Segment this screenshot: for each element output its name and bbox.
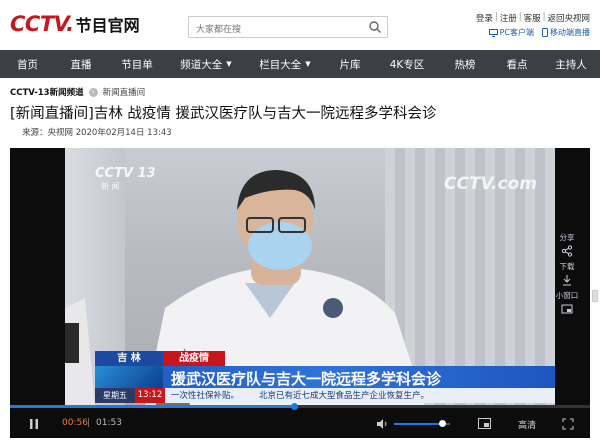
side-panel: 分享 下载 小窗口 xyxy=(552,232,582,332)
progress-handle[interactable] xyxy=(291,403,299,410)
duration-time: 01:53 xyxy=(96,418,122,428)
nav-item-hot[interactable]: 热榜 xyxy=(439,50,491,78)
nav-label: 片库 xyxy=(339,58,361,71)
article-meta: 来源：央视网 2020年02月14日 13:43 xyxy=(22,128,172,138)
volume-slider[interactable] xyxy=(394,420,450,427)
fullscreen-icon[interactable] xyxy=(562,418,574,430)
nav-label: 节目单 xyxy=(121,58,153,71)
logo-cctv: CCTV. xyxy=(10,12,74,36)
divider: | xyxy=(518,12,522,22)
video-frame[interactable]: CCTV 13 新 闻 CCTV.com 吉 林 战疫情 援武汉医疗队与吉大一院… xyxy=(65,148,555,406)
channel-watermark: CCTV 13 新 闻 xyxy=(95,166,156,192)
back-to-cctv-link[interactable]: 返回央视网 xyxy=(547,12,590,24)
nav-item-live[interactable]: 直播 xyxy=(55,50,107,78)
share-button[interactable]: 分享 xyxy=(560,232,575,257)
time-separator: | xyxy=(87,418,91,428)
player-controls: 00:56 | 01:53 高清 xyxy=(10,410,590,438)
divider: | xyxy=(542,12,546,22)
monitor-icon xyxy=(488,28,498,37)
search-icon[interactable] xyxy=(368,20,382,34)
volume-handle[interactable] xyxy=(438,420,446,427)
ticker-bar: 星期五 13:12 一次性社保补贴。 北京已有近七成大型食品生产企业恢复生产。 xyxy=(95,388,555,403)
clock-label: 13:12 xyxy=(135,388,165,403)
pc-client-link[interactable]: PC客户端 xyxy=(488,27,534,38)
app-links: PC客户端 移动端直播 xyxy=(488,27,590,38)
nav-label: 4K专区 xyxy=(389,58,425,71)
ticker-item: 北京已有近七成大型食品生产企业恢复生产。 xyxy=(259,391,430,401)
nav-item-highlights[interactable]: 看点 xyxy=(491,50,543,78)
mobile-live-link[interactable]: 移动端直播 xyxy=(542,27,590,38)
nav-item-library[interactable]: 片库 xyxy=(325,50,375,78)
share-icon xyxy=(561,245,573,257)
watermark-subtext: 新 闻 xyxy=(101,182,120,191)
chevron-down-icon: ▼ xyxy=(226,60,232,68)
download-button[interactable]: 下载 xyxy=(560,261,575,286)
nav-item-schedule[interactable]: 节目单 xyxy=(107,50,167,78)
ticker-text: 一次性社保补贴。 北京已有近七成大型食品生产企业恢复生产。 xyxy=(171,389,429,401)
nav-item-channels[interactable]: 频道大全 ▼ xyxy=(167,50,245,78)
site-logo[interactable]: CCTV. 节目官网 xyxy=(10,12,140,36)
login-link[interactable]: 登录 xyxy=(476,12,493,24)
globe-icon xyxy=(95,366,163,388)
pc-client-label: PC客户端 xyxy=(499,28,534,37)
nav-item-4k[interactable]: 4K专区 xyxy=(375,50,439,78)
nav-item-home[interactable]: 首页 xyxy=(0,50,55,78)
ticker-item: 一次性社保补贴。 xyxy=(171,391,240,401)
watermark-text: CCTV 13 xyxy=(95,166,156,181)
nav-label: 热榜 xyxy=(454,58,476,71)
share-label: 分享 xyxy=(559,233,575,242)
nav-label: 直播 xyxy=(70,58,92,71)
breadcrumb: CCTV-13新闻频道 › 新闻直播间 xyxy=(10,86,145,98)
top-links: 登录 | 注册 | 客服 | 返回央视网 xyxy=(476,12,590,24)
volume-icon[interactable] xyxy=(376,418,388,430)
progress-bar[interactable] xyxy=(10,403,590,410)
progress-fill xyxy=(10,405,295,408)
nav-label: 首页 xyxy=(17,58,38,71)
topic-tag: 战疫情 xyxy=(163,351,225,366)
chevron-down-icon: ▼ xyxy=(305,60,311,68)
nav-label: 看点 xyxy=(506,58,528,71)
weekday-label: 星期五 xyxy=(95,388,135,403)
nav-item-programs[interactable]: 栏目大全 ▼ xyxy=(245,50,325,78)
download-label: 下载 xyxy=(559,262,575,271)
breadcrumb-channel[interactable]: CCTV-13新闻频道 xyxy=(10,86,84,98)
page-scrollbar[interactable] xyxy=(592,290,598,302)
logo-site-name: 节目官网 xyxy=(75,16,140,35)
volume-fill xyxy=(394,423,442,425)
current-time: 00:56 xyxy=(62,418,88,428)
picture-in-picture-icon[interactable] xyxy=(478,418,491,429)
divider: | xyxy=(494,12,498,22)
headline-bar: 援武汉医疗队与吉大一院远程多学科会诊 xyxy=(95,366,555,388)
page-title: [新闻直播间]吉林 战疫情 援武汉医疗队与吉大一院远程多学科会诊 xyxy=(10,106,437,122)
mini-window-icon xyxy=(561,304,573,314)
register-link[interactable]: 注册 xyxy=(500,12,517,24)
headline-text: 援武汉医疗队与吉大一院远程多学科会诊 xyxy=(171,370,442,388)
pause-icon[interactable] xyxy=(28,418,40,430)
video-player[interactable]: CCTV 13 新 闻 CCTV.com 吉 林 战疫情 援武汉医疗队与吉大一院… xyxy=(10,148,590,438)
phone-icon xyxy=(542,28,548,37)
search-input[interactable] xyxy=(189,20,359,40)
search-box xyxy=(188,16,388,40)
nav-item-hosts[interactable]: 主持人 xyxy=(543,50,599,78)
mini-window-label: 小窗口 xyxy=(555,291,579,300)
nav-label: 频道大全 xyxy=(180,58,223,71)
news-lower-third: 吉 林 战疫情 援武汉医疗队与吉大一院远程多学科会诊 星期五 13:12 一次性… xyxy=(95,351,555,406)
mini-window-button[interactable]: 小窗口 xyxy=(555,290,579,315)
mobile-live-label: 移动端直播 xyxy=(550,28,590,37)
quality-selector[interactable]: 高清 xyxy=(518,418,536,431)
nav-label: 栏目大全 xyxy=(259,58,302,71)
breadcrumb-program[interactable]: 新闻直播间 xyxy=(103,86,146,98)
main-nav: 首页 直播 节目单 频道大全 ▼ 栏目大全 ▼ 片库 4K专区 热榜 看点 主持人 xyxy=(0,50,600,78)
site-header: CCTV. 节目官网 登录 | 注册 | 客服 | 返回央视网 PC客户端 移 xyxy=(0,0,600,50)
nav-label: 主持人 xyxy=(555,58,587,71)
download-icon xyxy=(563,275,571,286)
site-watermark: CCTV.com xyxy=(444,174,537,194)
location-tag: 吉 林 xyxy=(95,351,163,366)
service-link[interactable]: 客服 xyxy=(524,12,541,24)
chevron-right-icon: › xyxy=(88,87,98,97)
